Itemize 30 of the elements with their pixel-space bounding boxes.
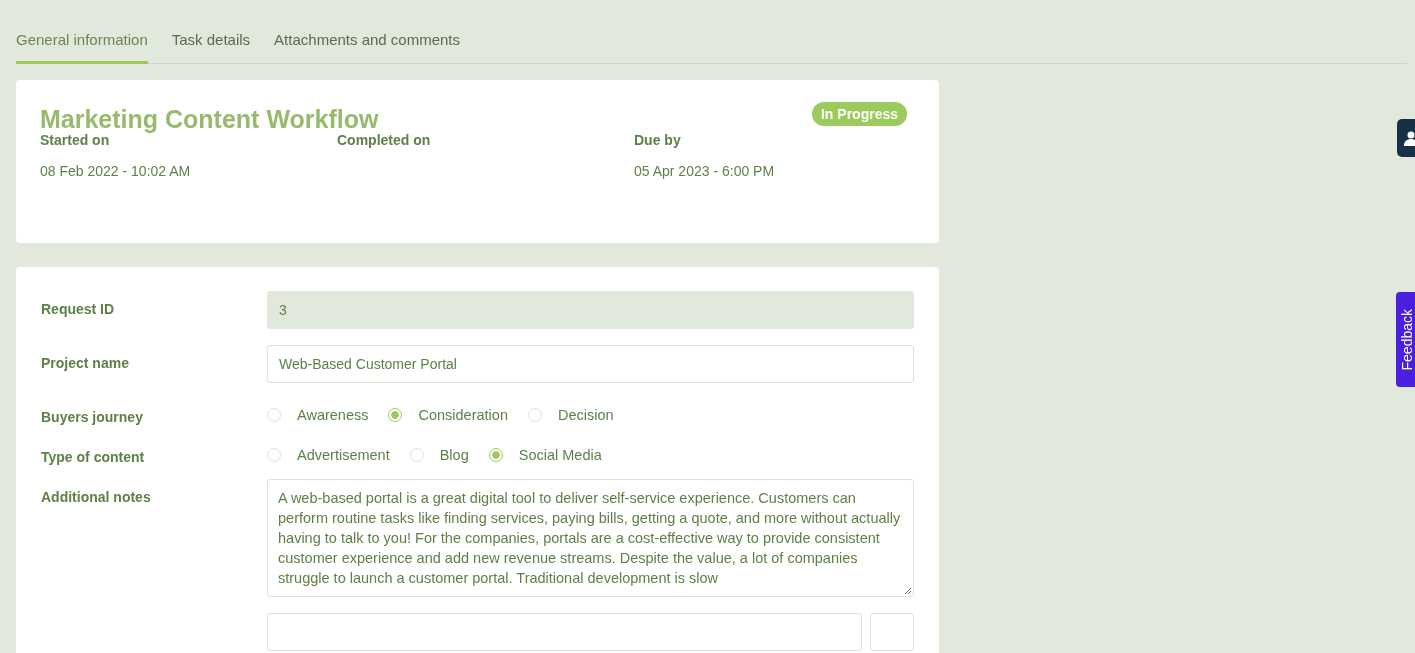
radio-button[interactable] [388, 408, 403, 422]
radio-label[interactable]: Awareness [297, 407, 369, 423]
user-icon [1403, 130, 1415, 146]
radio-label[interactable]: Advertisement [297, 447, 390, 463]
radio-label[interactable]: Consideration [418, 407, 508, 423]
date-label: Due by [634, 132, 682, 148]
radio-button[interactable] [488, 448, 503, 462]
radio-label[interactable]: Blog [439, 447, 469, 463]
status-badge: In Progress [811, 102, 907, 126]
tab[interactable]: Task details [171, 26, 251, 64]
radio-label[interactable]: Social Media [518, 447, 602, 463]
field-label: Additional notes [41, 488, 152, 505]
field-label: Request ID [41, 300, 116, 317]
date-label: Completed on [337, 132, 432, 148]
date-value: 08 Feb 2022 - 10:02 AM [40, 163, 192, 179]
field-label: Type of content [41, 448, 146, 465]
field-label: Buyers journey [41, 408, 144, 425]
radio-label[interactable]: Decision [557, 407, 614, 423]
input-field[interactable]: Web-Based Customer Portal [267, 345, 914, 383]
tab[interactable]: General information [16, 26, 148, 64]
tab[interactable]: Attachments and comments [274, 26, 461, 64]
calendar-button[interactable] [870, 613, 914, 651]
feedback-tab[interactable]: Feedback [1396, 292, 1415, 387]
field-label: Project name [41, 354, 130, 371]
resize-grip-icon[interactable] [904, 587, 912, 595]
date-value: 05 Apr 2023 - 6:00 PM [634, 163, 776, 179]
notes-field[interactable]: A web-based portal is a great digital tool to deliver self-service experience. Customers can perform routine tasks like finding services, paying bills, getting a quote, and more without actually having to talk to you! For the companies, portals are a cost-effective way to provide consistent customer experience and add new revenue streams. Despite the value, a lot of companies struggle to launch a customer portal. Traditional development is slow [267, 479, 914, 597]
date-field[interactable] [267, 613, 862, 651]
workflow-title: Marketing Content Workflow [40, 105, 379, 134]
date-label: Started on [40, 132, 110, 148]
